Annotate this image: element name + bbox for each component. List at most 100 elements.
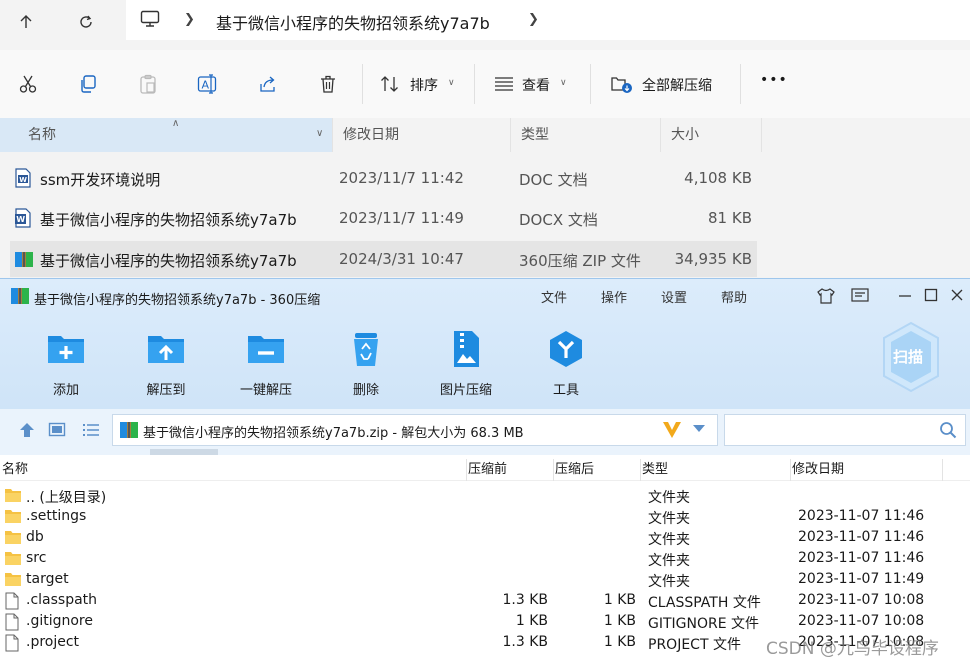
tools-button[interactable]: 工具 xyxy=(526,329,606,398)
entry-name: target xyxy=(26,571,69,587)
chevron-right-icon[interactable]: ❯ xyxy=(184,12,195,27)
folder-icon xyxy=(4,571,22,591)
maximize-icon[interactable] xyxy=(924,287,938,307)
delete-button[interactable]: 删除 xyxy=(326,329,406,398)
minimize-icon[interactable] xyxy=(898,287,912,307)
scan-button[interactable]: 扫描 xyxy=(880,321,942,393)
column-name[interactable]: 名称 xyxy=(2,461,28,479)
entry-date: 2023-11-07 10:08 xyxy=(798,592,925,608)
scrollbar-thumb[interactable] xyxy=(150,449,218,455)
view-button[interactable]: 查看 xyxy=(522,75,550,95)
column-date-label: 修改日期 xyxy=(343,127,399,143)
column-before[interactable]: 压缩前 xyxy=(468,461,507,479)
entry-type: 文件夹 xyxy=(648,490,690,506)
column-name[interactable]: 名称 xyxy=(0,118,332,152)
column-date[interactable]: 修改日期 xyxy=(332,118,510,152)
extract-all-button[interactable]: 全部解压缩 xyxy=(642,75,712,95)
archive-row[interactable]: target 文件夹 2023-11-07 11:49 xyxy=(0,569,970,590)
feedback-icon[interactable] xyxy=(850,287,870,309)
column-type-label: 类型 xyxy=(521,127,549,143)
image-compress-label: 图片压缩 xyxy=(439,383,492,398)
svg-text:W: W xyxy=(19,176,27,184)
image-compress-icon xyxy=(454,331,479,367)
svg-text:W: W xyxy=(16,215,25,224)
file-row[interactable]: W 基于微信小程序的失物招领系统y7a7b 2023/11/7 11:49 DO… xyxy=(10,200,757,236)
svg-text:A: A xyxy=(202,79,210,92)
menu-help[interactable]: 帮助 xyxy=(721,287,747,306)
word-doc-icon: W xyxy=(14,168,32,188)
archive-row[interactable]: .gitignore 1 KB 1 KB GITIGNORE 文件 2023-1… xyxy=(0,611,970,632)
rename-icon[interactable]: A xyxy=(196,72,220,96)
column-date[interactable]: 修改日期 xyxy=(792,461,844,479)
extract-all-icon[interactable] xyxy=(610,72,634,96)
divider xyxy=(590,64,591,104)
paste-icon[interactable] xyxy=(136,72,160,96)
close-icon[interactable] xyxy=(950,287,964,307)
archive-row[interactable]: .settings 文件夹 2023-11-07 11:46 xyxy=(0,506,970,527)
entry-name: .. (上级目录) xyxy=(26,490,107,506)
up-arrow-icon[interactable] xyxy=(18,421,36,443)
entry-date: 2023-11-07 11:46 xyxy=(798,529,925,545)
file-size: 4,108 KB xyxy=(684,169,752,187)
chevron-down-icon[interactable]: ∨ xyxy=(560,78,567,88)
refresh-icon[interactable] xyxy=(72,8,100,36)
one-click-extract-icon xyxy=(248,336,284,363)
extract-to-icon xyxy=(148,336,184,363)
address-row: ❯ 基于微信小程序的失物招领系统y7a7b ❯ xyxy=(0,0,970,44)
computer-icon xyxy=(140,10,160,32)
archive-row[interactable]: .classpath 1.3 KB 1 KB CLASSPATH 文件 2023… xyxy=(0,590,970,611)
add-label: 添加 xyxy=(52,383,79,398)
file-name: 基于微信小程序的失物招领系统y7a7b xyxy=(40,211,297,229)
sort-icon[interactable] xyxy=(378,72,402,96)
share-icon[interactable] xyxy=(256,72,280,96)
extract-to-button[interactable]: 解压到 xyxy=(126,329,206,398)
up-arrow-icon[interactable] xyxy=(12,8,40,36)
file-date: 2023/11/7 11:49 xyxy=(339,209,464,227)
address-bar[interactable]: ❯ 基于微信小程序的失物招领系统y7a7b ❯ xyxy=(126,0,970,40)
copy-icon[interactable] xyxy=(76,72,100,96)
skin-icon[interactable] xyxy=(816,287,836,309)
breadcrumb[interactable]: 基于微信小程序的失物招领系统y7a7b xyxy=(216,10,490,34)
one-click-extract-button[interactable]: 一键解压 xyxy=(226,329,306,398)
archive-row[interactable]: src 文件夹 2023-11-07 11:46 xyxy=(0,548,970,569)
chevron-down-icon[interactable]: ∨ xyxy=(316,128,323,139)
view-list-icon[interactable] xyxy=(492,72,516,96)
v-logo-icon[interactable] xyxy=(661,419,683,445)
divider xyxy=(553,459,554,481)
archive-row[interactable]: .. (上级目录) 文件夹 xyxy=(0,485,970,506)
chevron-right-icon[interactable]: ❯ xyxy=(528,12,539,27)
archive-path-field[interactable]: 基于微信小程序的失物招领系统y7a7b.zip - 解包大小为 68.3 MB xyxy=(112,414,718,446)
delete-icon[interactable] xyxy=(316,72,340,96)
archive-header: 基于微信小程序的失物招领系统y7a7b - 360压缩 文件 操作 设置 帮助 … xyxy=(0,279,970,409)
menu-file[interactable]: 文件 xyxy=(541,287,567,306)
folder-icon xyxy=(4,550,22,570)
image-compress-button[interactable]: 图片压缩 xyxy=(426,329,506,398)
cut-icon[interactable] xyxy=(16,72,40,96)
column-size[interactable]: 大小 xyxy=(660,118,762,152)
divider xyxy=(362,64,363,104)
menu-settings[interactable]: 设置 xyxy=(661,287,687,306)
divider xyxy=(466,459,467,481)
entry-date: 2023-11-07 11:46 xyxy=(798,508,925,524)
search-icon[interactable] xyxy=(939,421,957,443)
sort-button[interactable]: 排序 xyxy=(410,75,438,95)
archive-row[interactable]: db 文件夹 2023-11-07 11:46 xyxy=(0,527,970,548)
search-box[interactable] xyxy=(724,414,966,446)
column-type[interactable]: 类型 xyxy=(510,118,660,152)
add-button[interactable]: 添加 xyxy=(26,329,106,398)
tools-icon xyxy=(550,331,582,367)
entry-name: .project xyxy=(26,634,80,650)
view-list-icon[interactable] xyxy=(82,421,100,443)
more-options-button[interactable]: ••• xyxy=(760,72,788,88)
file-row-selected[interactable]: 基于微信小程序的失物招领系统y7a7b 2024/3/31 10:47 360压… xyxy=(10,241,757,277)
archive-column-header: 名称 压缩前 压缩后 类型 修改日期 xyxy=(0,459,970,481)
menu-action[interactable]: 操作 xyxy=(601,287,627,306)
view-thumbnail-icon[interactable] xyxy=(48,421,66,443)
search-input[interactable] xyxy=(731,419,931,441)
archive-window: 基于微信小程序的失物招领系统y7a7b - 360压缩 文件 操作 设置 帮助 … xyxy=(0,278,970,664)
file-row[interactable]: W ssm开发环境说明 2023/11/7 11:42 DOC 文档 4,108… xyxy=(10,160,757,196)
column-type[interactable]: 类型 xyxy=(642,461,668,479)
chevron-down-icon[interactable] xyxy=(693,425,705,432)
column-after[interactable]: 压缩后 xyxy=(555,461,594,479)
chevron-down-icon[interactable]: ∨ xyxy=(448,78,455,88)
